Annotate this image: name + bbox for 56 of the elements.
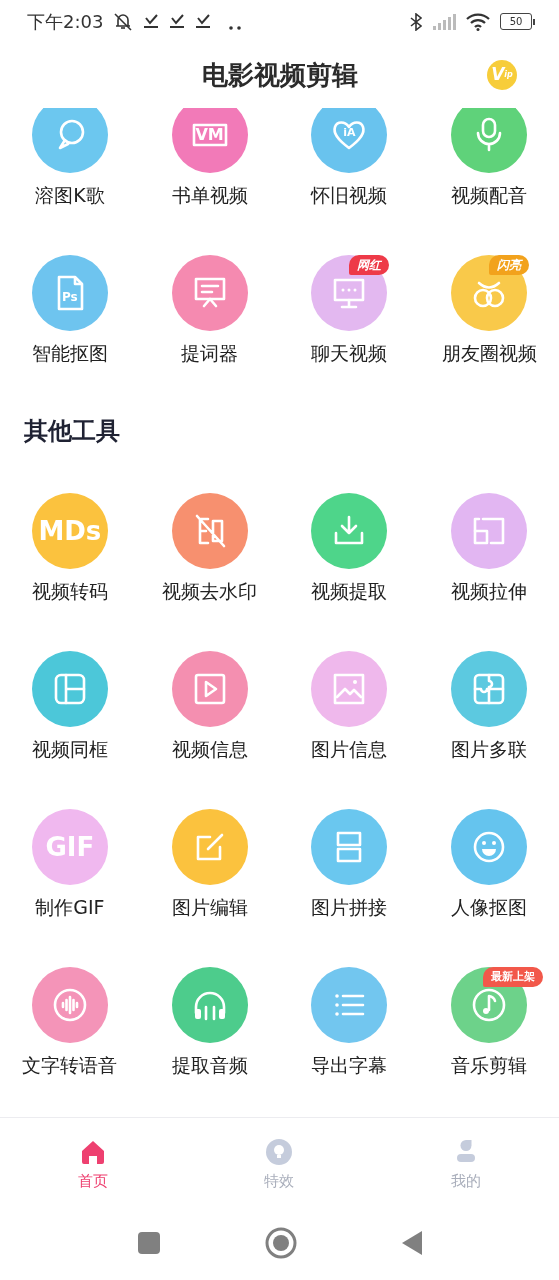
tool-label: 朋友圈视频 (441, 340, 537, 365)
tool-button[interactable]: VM (171, 107, 248, 173)
tool-label: 视频去水印 (162, 578, 258, 603)
tool-button[interactable]: Ps (31, 254, 108, 331)
tool-label: 溶图K歌 (35, 182, 105, 207)
more-notifications-icon (229, 26, 242, 30)
bluetooth-icon (410, 13, 422, 31)
app-title: 电影视频剪辑 (201, 59, 358, 93)
tool-label: 图片多联 (451, 736, 528, 761)
tool-label: 图片拼接 (311, 894, 388, 919)
nav-tab[interactable]: 特效 (186, 1138, 373, 1192)
tool-button[interactable]: GIF (31, 808, 108, 885)
tool-label: 提取音频 (171, 1052, 248, 1077)
back-button[interactable] (400, 1230, 423, 1257)
tool-button[interactable]: MDs (31, 492, 108, 569)
download-done-icon (169, 14, 186, 30)
tool-label: 人像抠图 (451, 894, 528, 919)
tool-label: 制作GIF (35, 894, 105, 919)
nav-tab[interactable]: 首页 (0, 1138, 187, 1192)
tool-label: 视频转码 (31, 578, 108, 603)
icon-text: MDs (38, 517, 102, 544)
icon-text: GIF (45, 833, 95, 860)
nav-tab[interactable]: 我的 (372, 1138, 559, 1192)
tool-label: 聊天视频 (311, 340, 388, 365)
download-done-icon (195, 14, 212, 30)
section-title: 其他工具 (23, 415, 121, 447)
tag-badge: 最新上架 (483, 966, 544, 987)
icon-text: Ps (62, 290, 78, 303)
lightbulb-icon (265, 1138, 294, 1167)
recent-apps-button[interactable] (136, 1231, 161, 1256)
tool-label: 图片编辑 (171, 894, 248, 919)
tool-label: 图片信息 (311, 736, 388, 761)
tool-label: 怀旧视频 (311, 182, 388, 207)
icon-text: VM (195, 126, 224, 143)
tag-badge: 网红 (349, 254, 390, 275)
home-button[interactable] (264, 1227, 297, 1260)
tag-badge: 闪亮 (489, 254, 530, 275)
tool-label: 书单视频 (171, 182, 248, 207)
tool-button[interactable]: iA (311, 107, 388, 173)
tool-label: 智能抠图 (31, 340, 108, 365)
signal-icon (432, 14, 456, 30)
mute-icon (113, 12, 134, 32)
tool-label: 导出字幕 (311, 1052, 388, 1077)
tool-label: 视频配音 (451, 182, 528, 207)
download-done-icon (143, 14, 160, 30)
wifi-icon (466, 13, 490, 31)
battery-level: 50 (509, 16, 523, 28)
tool-label: 文字转语音 (22, 1052, 118, 1077)
tool-label: 视频信息 (171, 736, 248, 761)
tool-label: 音乐剪辑 (451, 1052, 528, 1077)
tool-label: 视频提取 (311, 578, 388, 603)
tool-label: 视频同框 (31, 736, 108, 761)
status-time: 下午2:03 (27, 10, 104, 34)
tool-label: 提词器 (181, 340, 239, 365)
tool-label: 视频拉伸 (451, 578, 528, 603)
icon-text: iA (343, 127, 356, 139)
